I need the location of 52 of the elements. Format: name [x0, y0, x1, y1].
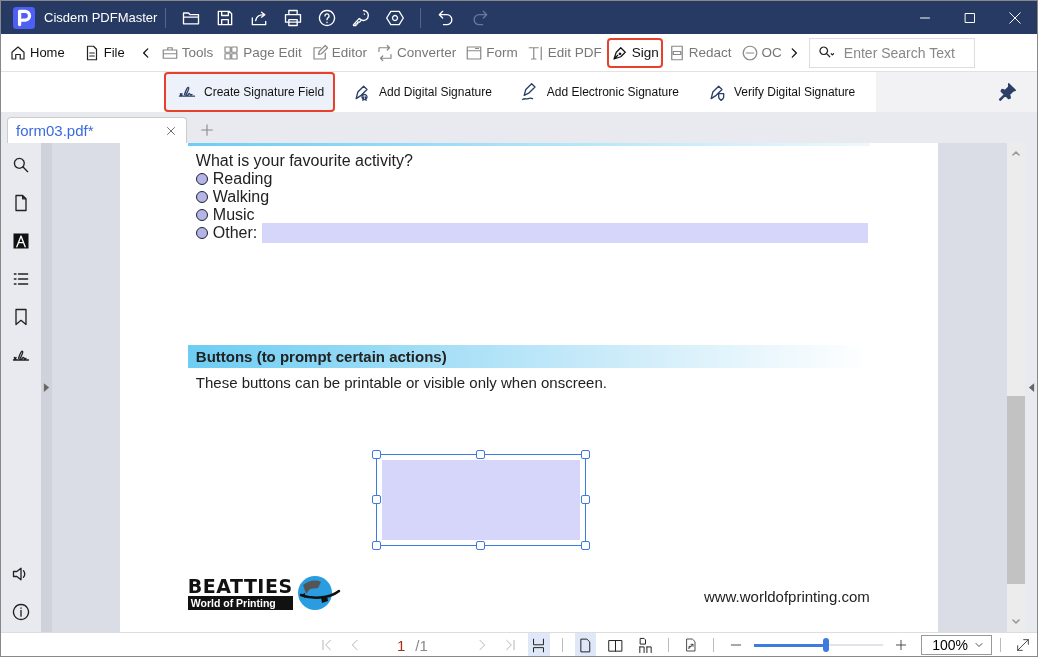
- radio-button[interactable]: [195, 227, 208, 239]
- fit-width-button[interactable]: [527, 633, 550, 656]
- radio-button[interactable]: [195, 173, 208, 185]
- toolbar-tab[interactable]: Edit PDF: [522, 37, 606, 68]
- document-tab[interactable]: form03.pdf*: [7, 117, 187, 143]
- toolbar-tab[interactable]: Redact: [663, 37, 736, 68]
- fullscreen-icon[interactable]: [1014, 637, 1031, 653]
- logo-title: BEATTIES: [187, 576, 293, 596]
- sign-tool-button[interactable]: Verify Digital Signature: [693, 72, 867, 112]
- help-icon[interactable]: [317, 7, 338, 28]
- app-logo-icon: [13, 6, 35, 29]
- ocr-icon: [740, 43, 759, 62]
- paragraph-text: These buttons can be printable or visible only when onscreen.: [195, 374, 607, 391]
- window-title: Cisdem PDFMaster: [44, 10, 158, 25]
- menu-button[interactable]: File: [78, 37, 129, 68]
- toolbar-tab[interactable]: Sign: [606, 37, 663, 68]
- pin-icon[interactable]: [997, 82, 1017, 102]
- radio-button[interactable]: [195, 191, 208, 203]
- toolbar-tab[interactable]: OC: [736, 37, 786, 68]
- toolbar-tab[interactable]: Converter: [372, 37, 461, 68]
- toolbar-tab[interactable]: Editor: [306, 37, 371, 68]
- key-icon[interactable]: [351, 7, 372, 28]
- question-text: What is your favourite activity?: [195, 152, 413, 170]
- search-field[interactable]: Enter Search Text: [808, 37, 975, 68]
- toolbar-tab[interactable]: Page Edit: [218, 37, 306, 68]
- print-icon[interactable]: [283, 7, 304, 28]
- page-total: /1: [415, 636, 428, 654]
- edit-icon: [310, 43, 329, 62]
- zoom-select[interactable]: 100%: [921, 635, 993, 655]
- option-label: Music: [212, 206, 255, 224]
- text-field[interactable]: [262, 223, 868, 243]
- radio-button[interactable]: [195, 209, 208, 221]
- url-text: www.worldofprinting.com: [703, 588, 870, 605]
- page-number-field[interactable]: 1: [397, 636, 406, 654]
- toolbar-tab[interactable]: Form: [461, 37, 522, 68]
- form-icon: [465, 43, 484, 62]
- option-label: Other:: [212, 224, 258, 242]
- single-page-button[interactable]: [574, 633, 597, 656]
- sign-tool-button[interactable]: Add Digital Signature: [339, 72, 503, 112]
- zoom-slider[interactable]: [753, 638, 884, 652]
- option-label: Reading: [212, 170, 273, 188]
- convert-icon: [376, 43, 394, 62]
- sign-tool-button[interactable]: Add Electronic Signature: [506, 72, 690, 112]
- info-icon[interactable]: [10, 602, 31, 622]
- toolbar-tab[interactable]: Tools: [156, 37, 218, 68]
- text-cursor-icon: [526, 43, 545, 62]
- sign-tool-button[interactable]: Create Signature Field: [164, 72, 336, 112]
- menu-button[interactable]: Home: [5, 37, 69, 68]
- grid-icon: [222, 43, 241, 62]
- logo-subtitle: World of Printing: [187, 595, 293, 610]
- continuous-page-icon: [636, 636, 654, 654]
- option-label: Walking: [212, 188, 270, 206]
